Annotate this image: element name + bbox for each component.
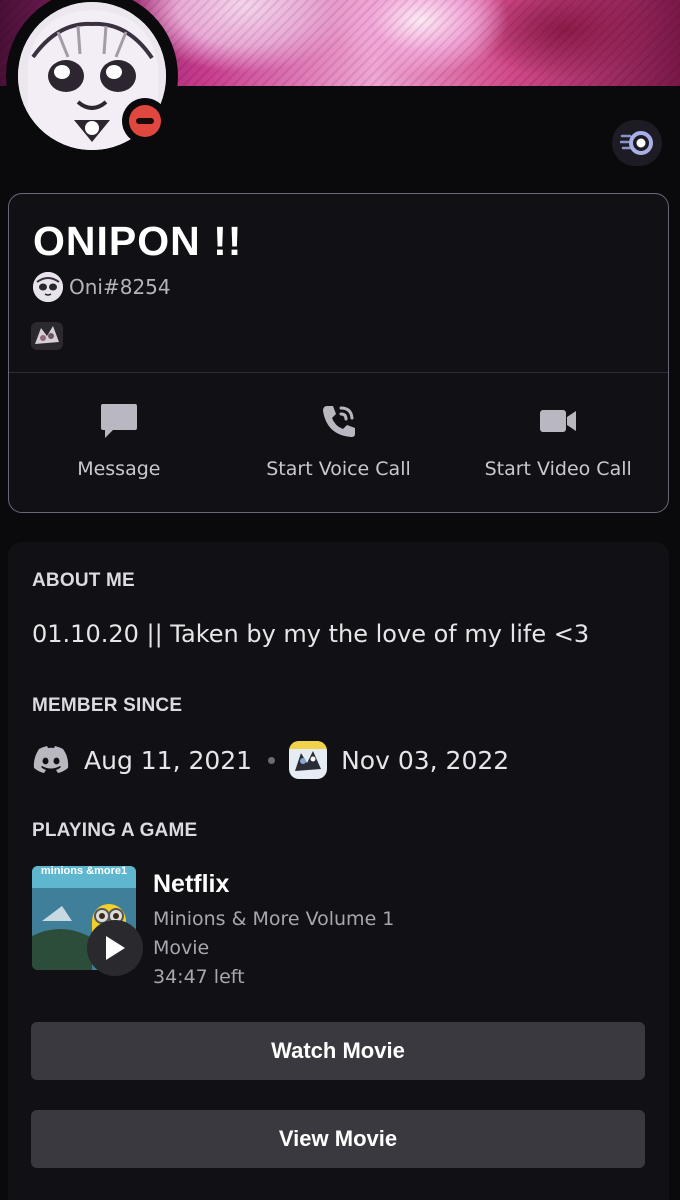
- small-avatar: [33, 272, 63, 302]
- member-since-heading: MEMBER SINCE: [32, 695, 183, 716]
- discord-member-since-date: Aug 11, 2021: [84, 745, 253, 775]
- activity-row: minions &more1 Netflix Minions & More Vo…: [32, 866, 652, 996]
- nitro-badge-icon[interactable]: [612, 120, 662, 166]
- message-label: Message: [77, 458, 161, 480]
- avatar-frame: [6, 0, 178, 162]
- server-icon[interactable]: [289, 741, 328, 779]
- divider: [9, 372, 668, 373]
- activity-details: Minions & More Volume 1: [153, 908, 395, 930]
- start-voice-call-button[interactable]: Start Voice Call: [229, 374, 449, 512]
- username-row: Oni#8254: [33, 272, 171, 302]
- video-camera-icon: [540, 410, 577, 432]
- view-movie-button[interactable]: View Movie: [31, 1110, 645, 1168]
- profile-details-card: ABOUT ME 01.10.20 || Taken by my the lov…: [8, 542, 669, 1200]
- discord-logo-icon: [33, 746, 69, 773]
- activity-time-left: 34:47 left: [153, 966, 245, 988]
- do-not-disturb-icon: [129, 105, 161, 137]
- member-since-row: Aug 11, 2021 Nov 03, 2022: [32, 740, 509, 780]
- message-button[interactable]: Message: [9, 374, 229, 512]
- chat-bubble-icon: [100, 404, 137, 438]
- profile-badge-icon[interactable]: [31, 322, 63, 350]
- about-me-heading: ABOUT ME: [32, 570, 135, 591]
- start-video-call-button[interactable]: Start Video Call: [448, 374, 668, 512]
- start-voice-call-label: Start Voice Call: [266, 458, 411, 480]
- status-indicator: [122, 98, 168, 144]
- about-me-text: 01.10.20 || Taken by my the love of my l…: [32, 620, 590, 648]
- play-icon: [106, 936, 125, 960]
- username-tag: Oni#8254: [69, 275, 171, 299]
- play-button[interactable]: [87, 920, 143, 976]
- artwork-title: minions &more1: [41, 866, 127, 877]
- phone-call-icon: [322, 406, 355, 437]
- separator-dot: [268, 756, 276, 764]
- action-bar: Message Start Voice Call Start Video Cal…: [9, 374, 668, 512]
- watch-movie-button[interactable]: Watch Movie: [31, 1022, 645, 1080]
- start-video-call-label: Start Video Call: [484, 458, 632, 480]
- profile-header-card: ONIPON !! Oni#8254 Message Start Voice C…: [8, 193, 669, 513]
- activity-app-name: Netflix: [153, 870, 230, 898]
- activity-state: Movie: [153, 937, 210, 959]
- activity-heading: PLAYING A GAME: [32, 820, 198, 841]
- server-member-since-date: Nov 03, 2022: [341, 745, 510, 775]
- display-name: ONIPON !!: [33, 218, 243, 264]
